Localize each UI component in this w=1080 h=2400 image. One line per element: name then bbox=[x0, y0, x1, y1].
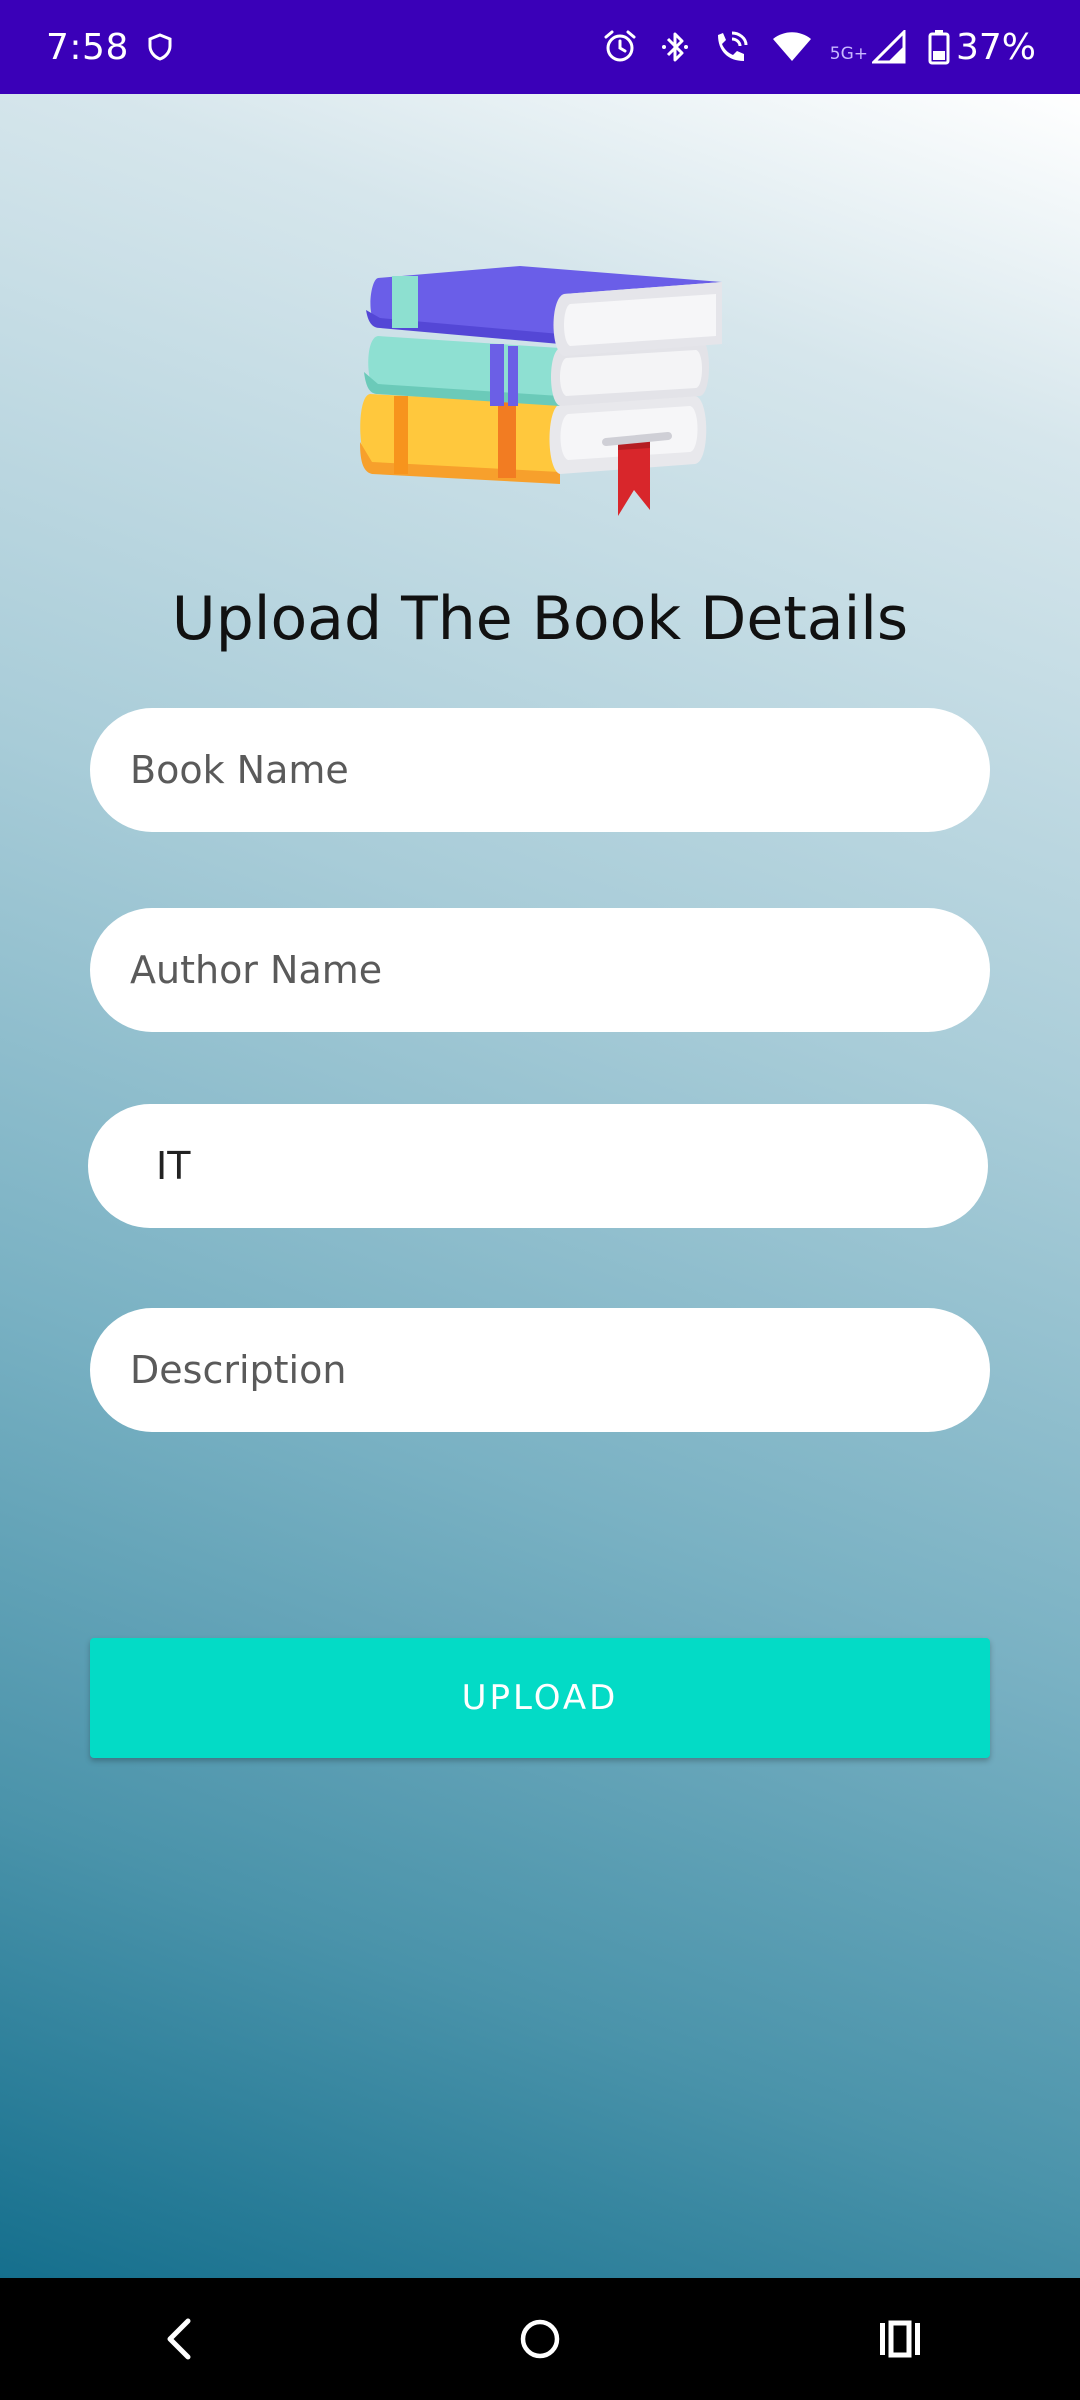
navigation-bar bbox=[0, 2278, 1080, 2400]
status-left: 7:58 bbox=[46, 27, 173, 68]
upload-button[interactable]: UPLOAD bbox=[90, 1638, 990, 1758]
books-stack-illustration bbox=[360, 266, 722, 516]
bluetooth-icon bbox=[660, 29, 690, 65]
signal-icon bbox=[871, 30, 906, 64]
description-input[interactable] bbox=[130, 1348, 990, 1392]
author-name-input[interactable] bbox=[130, 948, 990, 992]
status-time: 7:58 bbox=[46, 26, 129, 68]
page-title: Upload The Book Details bbox=[171, 584, 909, 654]
battery-icon bbox=[928, 29, 950, 65]
author-name-field[interactable] bbox=[90, 908, 990, 1032]
description-field[interactable] bbox=[90, 1308, 990, 1432]
recents-button[interactable] bbox=[840, 2289, 960, 2389]
shield-icon bbox=[148, 33, 172, 61]
upload-book-screen: Upload The Book Details UPLOAD bbox=[0, 94, 1080, 2278]
recents-icon bbox=[880, 2320, 920, 2358]
back-button[interactable] bbox=[120, 2289, 240, 2389]
status-right: 5G+ 37% bbox=[580, 27, 1036, 68]
wifi-icon bbox=[772, 31, 812, 63]
category-field[interactable] bbox=[88, 1104, 988, 1228]
status-bar: 7:58 5G+ 37% bbox=[0, 0, 1080, 94]
battery-percent: 37% bbox=[955, 26, 1036, 68]
alarm-icon bbox=[602, 29, 638, 65]
back-icon bbox=[167, 2318, 191, 2360]
book-name-field[interactable] bbox=[90, 708, 990, 832]
wifi-calling-icon bbox=[712, 29, 750, 65]
category-input[interactable] bbox=[156, 1144, 988, 1188]
network-type-label: 5G+ bbox=[829, 44, 868, 64]
home-icon bbox=[520, 2319, 560, 2359]
home-button[interactable] bbox=[480, 2289, 600, 2389]
book-name-input[interactable] bbox=[130, 748, 990, 792]
